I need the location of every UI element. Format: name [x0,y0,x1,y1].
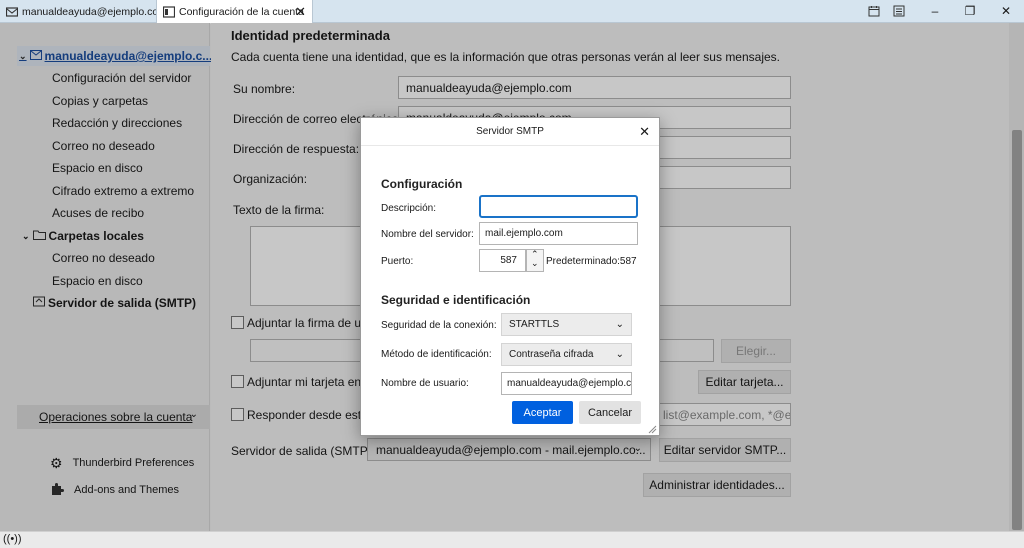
port-field[interactable]: 587 [479,249,526,272]
dialog-title: Servidor SMTP ✕ [361,118,659,146]
username-field[interactable]: manualdeayuda@ejemplo.c [501,372,632,395]
close-window-icon[interactable]: ✕ [996,2,1016,20]
description-field[interactable] [479,195,638,218]
auth-method-value: Contraseña cifrada [509,349,594,360]
online-status-icon: ((•)) [3,533,22,545]
chevron-down-icon: ⌄ [615,319,624,330]
chevron-down-icon[interactable]: ⌄ [531,258,539,269]
auth-method-select[interactable]: Contraseña cifrada ⌄ [501,343,632,366]
settings-tab-icon [163,6,175,18]
mail-icon [6,6,18,18]
smtp-dialog: Servidor SMTP ✕ Configuración Descripció… [360,117,660,436]
tab-close-icon[interactable]: ✕ [295,4,306,20]
connection-security-select[interactable]: STARTTLS ⌄ [501,313,632,336]
restore-icon[interactable]: ❐ [960,2,980,20]
calendar-icon[interactable] [864,2,884,20]
auth-method-label: Método de identificación: [381,349,492,360]
tasks-icon[interactable] [889,2,909,20]
accept-button[interactable]: Aceptar [512,401,573,424]
tab-label: manualdeayuda@ejemplo.com [22,5,167,18]
status-bar: ((•)) [0,531,1024,548]
port-label: Puerto: [381,256,414,267]
username-label: Nombre de usuario: [381,378,469,389]
security-section-title: Seguridad e identificación [381,293,531,307]
tab-mail[interactable]: manualdeayuda@ejemplo.com [0,0,167,23]
tab-account-settings[interactable]: Configuración de la cuenta ✕ [156,0,313,24]
connection-security-value: STARTTLS [509,319,560,330]
port-stepper[interactable]: ⌃ ⌄ [526,249,544,272]
config-section-title: Configuración [381,177,463,191]
server-name-label: Nombre del servidor: [381,229,474,240]
description-label: Descripción: [381,203,437,214]
close-icon[interactable]: ✕ [639,124,650,140]
server-name-field[interactable]: mail.ejemplo.com [479,222,638,245]
connection-security-label: Seguridad de la conexión: [381,320,497,331]
chevron-down-icon: ⌄ [615,349,624,360]
tab-label: Configuración de la cuenta [179,6,304,18]
cancel-button[interactable]: Cancelar [579,401,641,424]
resize-grip-icon[interactable] [647,423,657,434]
minimize-icon[interactable]: – [925,2,945,20]
tab-bar: manualdeayuda@ejemplo.com Configuración … [0,0,1024,24]
dialog-title-text: Servidor SMTP [476,126,544,137]
port-default: Predeterminado:587 [546,256,637,267]
